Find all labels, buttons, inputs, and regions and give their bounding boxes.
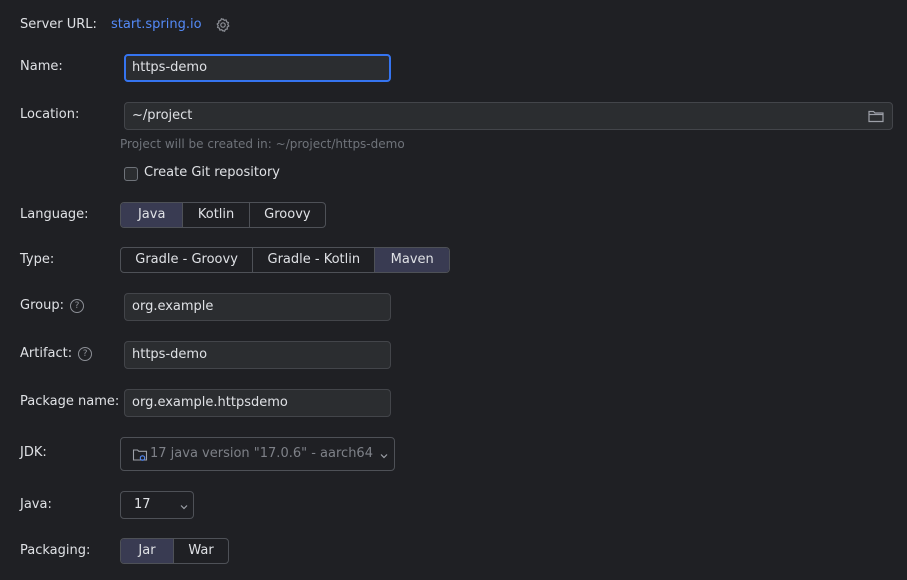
chevron-down-icon <box>379 450 389 460</box>
packaging-label: Packaging: <box>20 543 91 558</box>
name-label: Name: <box>20 59 63 74</box>
location-value: ~/project <box>132 108 193 123</box>
jdk-folder-icon <box>132 447 148 463</box>
jdk-value: 17 java version "17.0.6" - aarch64 <box>150 446 373 461</box>
location-hint: Project will be created in: ~/project/ht… <box>120 137 405 151</box>
git-checkbox-label[interactable]: Create Git repository <box>144 163 280 183</box>
java-version-value: 17 <box>134 497 151 512</box>
git-checkbox[interactable] <box>124 167 138 181</box>
folder-icon[interactable] <box>867 108 885 124</box>
jdk-label: JDK: <box>20 445 47 460</box>
java-version-dropdown[interactable]: 17 <box>120 491 194 519</box>
language-option-java[interactable]: Java <box>121 203 183 227</box>
artifact-input[interactable]: https-demo <box>124 341 391 369</box>
package-name-input[interactable]: org.example.httpsdemo <box>124 389 391 417</box>
package-name-label: Package name: <box>20 394 120 409</box>
language-option-kotlin[interactable]: Kotlin <box>182 203 248 227</box>
java-label: Java: <box>20 497 52 512</box>
group-input[interactable]: org.example <box>124 293 391 321</box>
artifact-label: Artifact:? <box>20 344 93 364</box>
language-segmented-control: Java Kotlin Groovy <box>120 202 326 228</box>
type-label: Type: <box>20 252 55 267</box>
type-option-gradle-groovy[interactable]: Gradle - Groovy <box>121 248 252 272</box>
question-icon[interactable]: ? <box>78 346 93 361</box>
type-option-gradle-kotlin[interactable]: Gradle - Kotlin <box>252 248 374 272</box>
name-input[interactable]: https-demo <box>124 54 391 82</box>
server-url-label: Server URL: <box>20 17 97 32</box>
group-label: Group:? <box>20 296 84 316</box>
location-input[interactable]: ~/project <box>124 102 893 130</box>
type-segmented-control: Gradle - Groovy Gradle - Kotlin Maven <box>120 247 450 273</box>
type-option-maven[interactable]: Maven <box>374 248 449 272</box>
packaging-option-jar[interactable]: Jar <box>121 539 174 563</box>
language-option-groovy[interactable]: Groovy <box>248 203 325 227</box>
packaging-option-war[interactable]: War <box>173 539 228 563</box>
question-icon[interactable]: ? <box>69 298 84 313</box>
artifact-label-text: Artifact: <box>20 346 73 361</box>
packaging-segmented-control: Jar War <box>120 538 229 564</box>
group-label-text: Group: <box>20 298 64 313</box>
jdk-dropdown[interactable]: 17 java version "17.0.6" - aarch64 <box>120 437 395 471</box>
gear-icon[interactable] <box>215 17 231 33</box>
location-label: Location: <box>20 107 80 122</box>
language-label: Language: <box>20 207 89 222</box>
server-url-link[interactable]: start.spring.io <box>111 15 202 35</box>
chevron-down-icon <box>179 501 189 511</box>
